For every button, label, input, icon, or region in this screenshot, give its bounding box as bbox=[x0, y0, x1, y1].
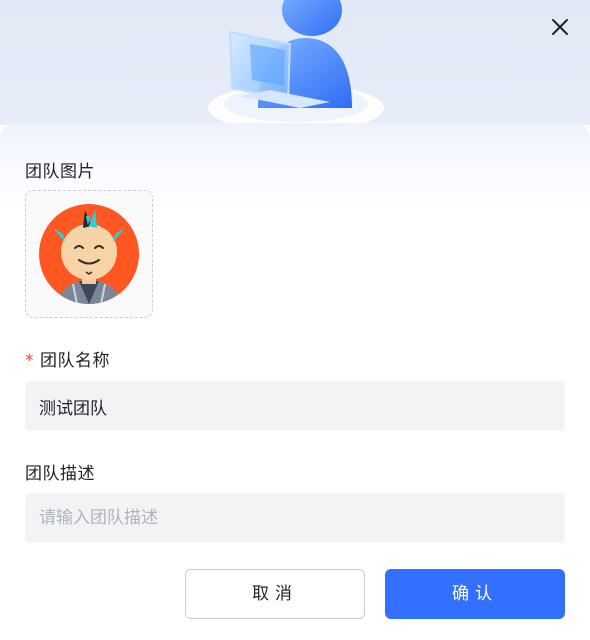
team-name-input[interactable] bbox=[25, 381, 565, 431]
team-description-label: 团队描述 bbox=[25, 464, 95, 484]
team-name-label-text: 团队名称 bbox=[40, 351, 110, 371]
required-mark: * bbox=[25, 351, 34, 371]
confirm-button[interactable]: 确认 bbox=[385, 569, 565, 619]
team-description-input[interactable] bbox=[25, 493, 565, 543]
team-name-label: * 团队名称 bbox=[25, 346, 110, 371]
create-team-dialog: 团队图片 * 团队名称 测试团队 团队描述 请输入团队描述 取消 确认 bbox=[0, 0, 590, 640]
team-picture-label: 团队图片 bbox=[25, 162, 95, 182]
team-illustration-icon bbox=[208, 0, 384, 130]
cancel-button[interactable]: 取消 bbox=[185, 569, 365, 619]
team-avatar-icon bbox=[39, 204, 139, 304]
team-picture-upload[interactable] bbox=[25, 190, 153, 318]
close-icon[interactable] bbox=[550, 17, 570, 37]
